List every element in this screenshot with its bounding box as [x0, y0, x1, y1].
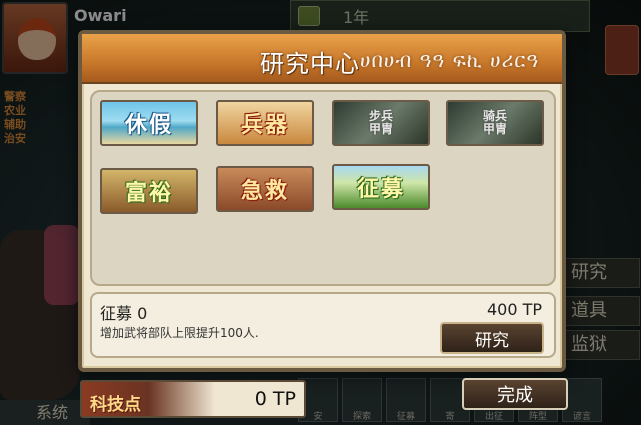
research-tile-cavalry-armor[interactable]: 骑兵 甲胄 — [446, 100, 544, 146]
research-center-dialog: 研究中心 ሀበሀብ ዓዓ ፍኪ ሀሪርዓ 休假 兵器 步兵 甲胄 骑兵 甲胄 富裕 … — [78, 30, 566, 372]
research-button[interactable]: 研究 — [440, 322, 544, 354]
tile-label: 休假 — [124, 113, 173, 138]
tech-points-bar: 科技点 0 TP — [80, 380, 306, 418]
dialog-title-decoration: ሀበሀብ ዓዓ ፍኪ ሀሪርዓ — [360, 48, 540, 72]
tile-label: 骑兵 甲胄 — [448, 102, 542, 144]
research-info-panel: 征募 0 400 TP 增加武将部队上限提升100人. 研究 — [90, 292, 556, 358]
done-button[interactable]: 完成 — [462, 378, 568, 410]
research-tile-grid: 休假 兵器 步兵 甲胄 骑兵 甲胄 富裕 急救 征募 — [90, 90, 556, 286]
selected-research-name: 征募 0 — [100, 304, 148, 323]
tile-label-line: 甲胄 — [368, 122, 393, 136]
tech-points-value: 0 TP — [254, 388, 296, 410]
dialog-title: 研究中心 — [260, 50, 360, 78]
research-tile-first-aid[interactable]: 急救 — [216, 166, 314, 212]
dialog-header: 研究中心 ሀበሀብ ዓዓ ፍኪ ሀሪርዓ — [82, 34, 562, 84]
tile-label: 急救 — [240, 179, 289, 204]
research-tile-recruit[interactable]: 征募 — [332, 164, 430, 210]
tile-label-line: 甲胄 — [482, 122, 507, 136]
selected-research-cost: 400 TP — [486, 300, 542, 319]
research-tile-wealth[interactable]: 富裕 — [100, 168, 198, 214]
tile-label: 步兵 甲胄 — [334, 102, 428, 144]
research-tile-weapons[interactable]: 兵器 — [216, 100, 314, 146]
selected-research-description: 增加武将部队上限提升100人. — [100, 326, 259, 340]
research-tile-vacation[interactable]: 休假 — [100, 100, 198, 146]
tech-points-label: 科技点 — [90, 395, 141, 415]
research-tile-infantry-armor[interactable]: 步兵 甲胄 — [332, 100, 430, 146]
tile-label: 兵器 — [240, 113, 289, 138]
tile-label: 富裕 — [124, 181, 173, 206]
tile-label: 征募 — [356, 177, 405, 202]
